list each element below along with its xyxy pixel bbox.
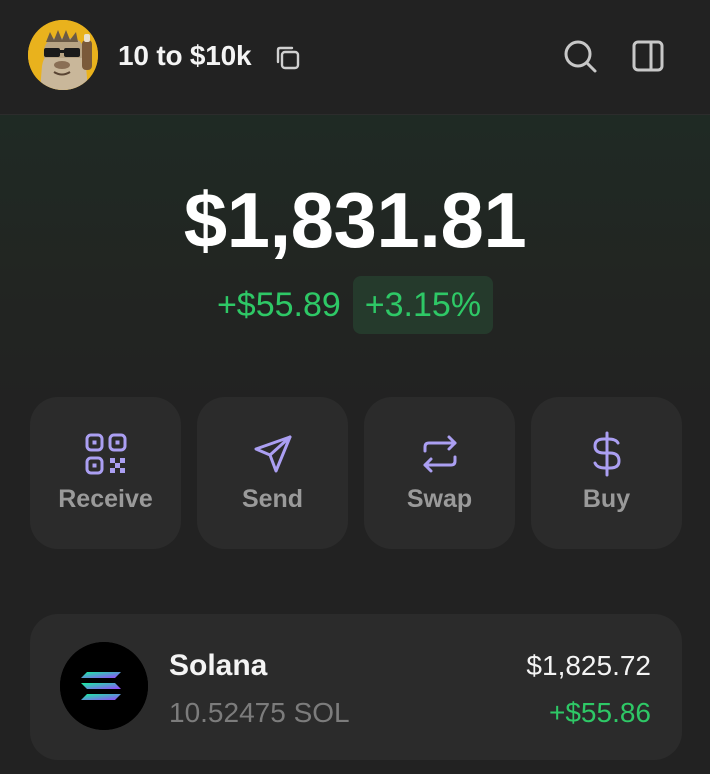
swap-button[interactable]: Swap bbox=[364, 397, 515, 549]
token-change: +$55.86 bbox=[549, 697, 651, 728]
swap-arrows-icon bbox=[417, 431, 463, 477]
account-avatar[interactable] bbox=[28, 20, 98, 90]
change-amount: +$55.89 bbox=[216, 286, 341, 324]
receive-button[interactable]: Receive bbox=[30, 397, 181, 549]
token-amount: 10.52475 SOL bbox=[169, 697, 350, 728]
buy-label: Buy bbox=[582, 485, 631, 513]
dollar-icon bbox=[584, 431, 630, 477]
send-label: Send bbox=[241, 485, 304, 513]
total-balance: $1,831.81 bbox=[183, 176, 527, 264]
send-arrow-icon bbox=[250, 431, 296, 477]
copy-icon[interactable] bbox=[272, 42, 304, 74]
header: 10 to $10k bbox=[0, 0, 710, 115]
action-buttons: Receive Send Swap Buy bbox=[30, 397, 682, 549]
buy-button[interactable]: Buy bbox=[531, 397, 682, 549]
solana-logo-icon bbox=[60, 642, 148, 730]
account-name[interactable]: 10 to $10k bbox=[118, 38, 252, 74]
change-percent-badge: +3.15% bbox=[352, 276, 494, 334]
send-button[interactable]: Send bbox=[197, 397, 348, 549]
character-avatar-icon bbox=[28, 20, 98, 90]
side-panel-icon[interactable] bbox=[628, 36, 668, 76]
qr-code-icon bbox=[83, 431, 129, 477]
receive-label: Receive bbox=[58, 485, 153, 513]
balance-section bbox=[0, 115, 710, 415]
balance-change-row: +$55.89 +3.15% bbox=[0, 276, 710, 334]
token-row-solana[interactable]: Solana 10.52475 SOL $1,825.72 +$55.86 bbox=[30, 614, 682, 760]
token-value: $1,825.72 bbox=[526, 650, 651, 681]
token-name: Solana bbox=[169, 649, 268, 682]
swap-label: Swap bbox=[406, 485, 473, 513]
search-icon[interactable] bbox=[560, 36, 600, 76]
